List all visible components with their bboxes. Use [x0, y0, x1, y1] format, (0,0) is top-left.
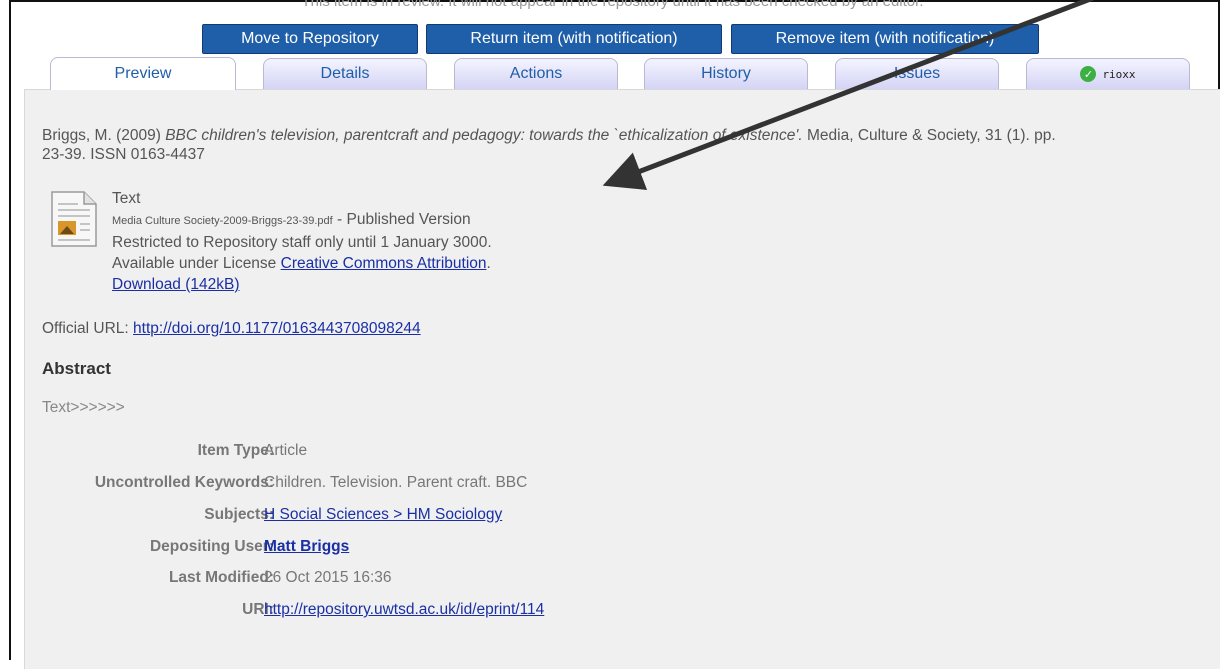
document-file-line: Media Culture Society-2009-Briggs-23-39.… [112, 209, 492, 232]
meta-value: 26 Oct 2015 16:36 [264, 569, 392, 586]
subject-link[interactable]: H Social Sciences > HM Sociology [264, 506, 502, 524]
license-link[interactable]: Creative Commons Attribution [281, 255, 487, 272]
abstract-heading: Abstract [42, 359, 111, 378]
document-separator: - [337, 211, 343, 228]
citation-title: BBC children's television, parentcraft a… [165, 127, 803, 144]
abstract-text: Text>>>>>> [42, 399, 125, 416]
meta-subjects: Subjects: H Social Sciences > HM Sociolo… [42, 506, 742, 528]
meta-value: Article [264, 442, 308, 459]
document-restriction: Restricted to Repository staff only unti… [112, 234, 492, 251]
return-item-button[interactable]: Return item (with notification) [426, 24, 722, 54]
meta-label: Depositing User: [149, 538, 274, 555]
document-version: Published Version [346, 211, 471, 228]
meta-keywords: Uncontrolled Keywords: Children. Televis… [42, 474, 742, 496]
uri-link[interactable]: http://repository.uwtsd.ac.uk/id/eprint/… [264, 601, 544, 619]
meta-depositor: Depositing User: Matt Briggs [42, 538, 742, 560]
tab-details[interactable]: Details [263, 58, 427, 89]
document-format: Text [112, 190, 141, 207]
meta-label: Last Modified: [168, 569, 274, 586]
meta-uri: URI: http://repository.uwtsd.ac.uk/id/ep… [42, 601, 742, 623]
move-to-repository-button[interactable]: Move to Repository [202, 24, 418, 54]
document-filename: Media Culture Society-2009-Briggs-23-39.… [112, 215, 333, 227]
meta-item-type: Item Type: Article [42, 442, 742, 464]
citation: Briggs, M. (2009) BBC children's televis… [42, 126, 1202, 164]
citation-authors-year: Briggs, M. (2009) [42, 127, 161, 144]
check-icon: ✓ [1080, 66, 1097, 82]
download-link[interactable]: Download (142kB) [112, 274, 492, 295]
citation-pages-issn: 23-39. ISSN 0163-4437 [42, 146, 205, 163]
official-url-label: Official URL: [42, 320, 129, 337]
meta-last-modified: Last Modified: 26 Oct 2015 16:36 [42, 569, 742, 591]
tab-preview[interactable]: Preview [50, 57, 236, 90]
meta-label: Uncontrolled Keywords: [94, 474, 274, 491]
tab-rioxx-label: rioxx [1102, 67, 1136, 81]
official-url: Official URL: http://doi.org/10.1177/016… [42, 320, 421, 338]
license-prefix: Available under License [112, 255, 277, 272]
tab-issues[interactable]: Issues [835, 58, 999, 89]
document-info: Text Media Culture Society-2009-Briggs-2… [112, 188, 492, 295]
review-status-message: This item is in review. It will not appe… [301, 0, 924, 10]
tab-history[interactable]: History [644, 58, 808, 89]
tab-actions[interactable]: Actions [454, 58, 618, 89]
depositor-link[interactable]: Matt Briggs [264, 538, 349, 556]
citation-source: Media, Culture & Society, 31 (1). pp. [806, 127, 1056, 144]
official-url-link[interactable]: http://doi.org/10.1177/0163443708098244 [133, 320, 421, 337]
pdf-document-icon [51, 191, 97, 247]
remove-item-button[interactable]: Remove item (with notification) [731, 24, 1039, 54]
document-license-line: Available under License Creative Commons… [112, 255, 491, 272]
tab-rioxx[interactable]: ✓ rioxx [1026, 58, 1190, 89]
meta-value: Children. Television. Parent craft. BBC [264, 474, 528, 491]
meta-label: Item Type: [197, 442, 274, 459]
